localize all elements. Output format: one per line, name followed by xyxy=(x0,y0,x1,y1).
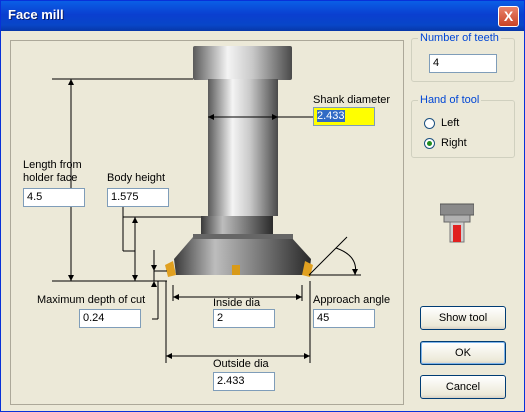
close-icon: X xyxy=(503,8,514,24)
outside-dia-label: Outside dia xyxy=(213,358,269,370)
show-tool-button[interactable]: Show tool xyxy=(420,306,506,330)
body-height-label: Body height xyxy=(107,172,166,184)
title-bar: Face mill X xyxy=(1,1,524,31)
max-depth-input[interactable]: 0.24 xyxy=(79,309,141,328)
approach-angle-label: Approach angle xyxy=(313,294,391,306)
close-button[interactable]: X xyxy=(498,6,519,27)
shank xyxy=(208,79,278,216)
dialog-window: Face mill X Shank diameter 2.433 Length … xyxy=(0,0,525,412)
length-from-holder-input[interactable]: 4.5 xyxy=(23,188,85,207)
outside-dia-input[interactable]: 2.433 xyxy=(213,372,275,391)
hand-right-radio[interactable] xyxy=(424,138,435,149)
window-title: Face mill xyxy=(8,7,64,22)
number-of-teeth-legend: Number of teeth xyxy=(420,32,499,44)
holder-top xyxy=(193,46,292,80)
hand-left-radio[interactable] xyxy=(424,118,435,129)
inside-dia-input[interactable]: 2 xyxy=(213,309,275,328)
hand-left-label[interactable]: Left xyxy=(441,117,459,129)
cutter-body xyxy=(174,237,311,275)
hand-right-label[interactable]: Right xyxy=(441,137,467,149)
hand-of-tool-legend: Hand of tool xyxy=(420,94,480,106)
shank-diameter-input[interactable]: 2.433 xyxy=(313,107,375,126)
shank-diameter-label: Shank diameter xyxy=(313,94,391,106)
approach-angle-input[interactable]: 45 xyxy=(313,309,375,328)
tool-preview-icon xyxy=(440,203,474,243)
ok-button[interactable]: OK xyxy=(420,341,506,365)
collar xyxy=(201,216,273,236)
inside-dia-label: Inside dia xyxy=(213,297,261,309)
max-depth-label: Maximum depth of cut xyxy=(37,294,146,306)
insert-left xyxy=(165,261,176,277)
number-of-teeth-input[interactable]: 4 xyxy=(429,54,497,73)
length-label-line1: Length from xyxy=(23,159,82,171)
insert-center xyxy=(232,265,240,275)
cancel-button[interactable]: Cancel xyxy=(420,375,506,399)
tool-diagram-panel: Shank diameter 2.433 Length from holder … xyxy=(10,40,404,405)
length-label-line2: holder face xyxy=(23,172,78,184)
body-height-input[interactable]: 1.575 xyxy=(107,188,169,207)
